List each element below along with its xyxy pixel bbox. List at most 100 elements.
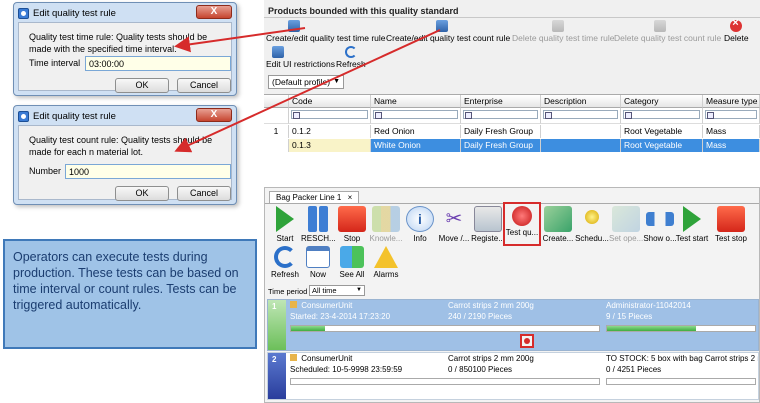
time-period-label: Time period <box>268 287 308 296</box>
delete-time-rule-button[interactable]: Delete quality test time rule <box>512 20 615 43</box>
order-product: Carrot strips 2 mm 200g <box>448 301 534 310</box>
info-icon: i <box>406 206 434 232</box>
ribbon-icon <box>512 206 532 226</box>
cancel-button[interactable]: Cancel <box>177 78 231 93</box>
show-operations-button[interactable]: Show o... <box>643 206 677 243</box>
order-progress <box>290 325 600 332</box>
ok-button[interactable]: OK <box>115 186 169 201</box>
delete-count-rule-button[interactable]: Delete quality test count rule <box>614 20 721 43</box>
hierarchy-icon <box>646 212 674 226</box>
number-label: Number <box>29 166 62 176</box>
column-header-description[interactable]: Description <box>541 95 621 108</box>
time-rule-dialog: Edit quality test rule X Quality test ti… <box>13 2 237 96</box>
table-row[interactable]: 1 0.1.2 Red Onion Daily Fresh Group Root… <box>264 125 760 138</box>
filter-code[interactable] <box>289 108 371 124</box>
test-stop-button[interactable]: Test stop <box>711 206 751 243</box>
cubes-icon <box>340 246 364 268</box>
column-header-code[interactable]: Code <box>289 95 371 108</box>
create-button[interactable]: Create... <box>541 206 575 243</box>
close-button[interactable]: X <box>196 108 232 122</box>
books-icon <box>372 206 400 232</box>
info-button[interactable]: i Info <box>403 206 437 243</box>
register-button[interactable]: Registe... <box>471 206 505 243</box>
set-operation-icon <box>612 206 640 232</box>
calculator-icon <box>474 206 502 232</box>
order-row[interactable]: 2 ConsumerUnit Scheduled: 10-5-9998 23:5… <box>267 352 759 400</box>
app-icon <box>18 110 29 122</box>
profile-dropdown[interactable]: (Default profile) ▼ <box>268 75 344 89</box>
cancel-button[interactable]: Cancel <box>177 186 231 201</box>
filter-measure-type[interactable] <box>703 108 760 124</box>
database-icon <box>288 20 300 32</box>
table-row-selected[interactable]: 0.1.3 White Onion Daily Fresh Group Root… <box>264 139 760 152</box>
stop-icon <box>717 206 745 232</box>
order-index-strip <box>268 300 286 350</box>
order-progress <box>290 378 600 385</box>
order-right-title: TO STOCK: 5 box with bag Carrot strips 2… <box>606 354 758 363</box>
order-right-progress <box>606 378 756 385</box>
products-grid: Code Name Enterprise Description Categor… <box>264 94 760 152</box>
row-number-header <box>264 95 289 108</box>
close-button[interactable]: X <box>196 5 232 19</box>
rule-description: Quality test time rule: Quality tests sh… <box>29 32 208 54</box>
pause-icon <box>304 206 332 232</box>
warning-icon <box>374 246 398 268</box>
time-interval-label: Time interval <box>29 58 81 68</box>
move-button[interactable]: ✂ Move /... <box>437 206 471 243</box>
filter-enterprise[interactable] <box>461 108 541 124</box>
order-unit: ConsumerUnit <box>290 301 352 310</box>
order-right-pieces: 0 / 4251 Pieces <box>606 365 662 374</box>
calendar-icon <box>306 246 330 268</box>
line-panel: Bag Packer Line 1 × Start RESCH... Stop … <box>264 187 760 403</box>
refresh-button[interactable]: Refresh <box>268 246 302 279</box>
reschedule-button[interactable]: RESCH... <box>301 206 335 243</box>
column-header-name[interactable]: Name <box>371 95 461 108</box>
number-input[interactable]: 1000 <box>65 164 231 179</box>
order-row-active[interactable]: 1 ConsumerUnit Started: 23-4-2014 17:23:… <box>267 299 759 351</box>
filter-row <box>264 108 760 124</box>
set-operation-button[interactable]: Set ope... <box>609 206 643 243</box>
create-time-rule-button[interactable]: Create/edit quality test time rule <box>266 20 386 43</box>
create-icon <box>544 206 572 232</box>
order-right-pieces: 9 / 15 Pieces <box>606 312 653 321</box>
test-quality-button[interactable]: Test qu... <box>503 202 541 246</box>
column-header-category[interactable]: Category <box>621 95 703 108</box>
tab-bag-packer-line[interactable]: Bag Packer Line 1 × <box>269 191 360 203</box>
time-interval-input[interactable]: 03:00:00 <box>85 56 231 71</box>
order-unit: ConsumerUnit <box>290 354 352 363</box>
column-header-measure-type[interactable]: Measure type <box>703 95 760 108</box>
info-callout: Operators can execute tests during produ… <box>3 239 257 349</box>
panel-header: Products bounded with this quality stand… <box>268 6 459 16</box>
dialog-title: Edit quality test rule <box>33 7 116 19</box>
time-period-dropdown[interactable]: All time ▼ <box>309 285 365 296</box>
see-all-button[interactable]: See All <box>335 246 369 279</box>
order-index: 2 <box>272 355 277 364</box>
create-count-rule-button[interactable]: Create/edit quality test count rule <box>386 20 510 43</box>
stop-button[interactable]: Stop <box>335 206 369 243</box>
close-icon[interactable]: × <box>348 193 353 202</box>
edit-ui-restrictions-button[interactable]: Edit UI restrictions <box>266 46 335 69</box>
chevron-down-icon: ▼ <box>356 287 362 293</box>
ok-button[interactable]: OK <box>115 78 169 93</box>
order-pieces: 0 / 850100 Pieces <box>448 365 513 374</box>
rule-description: Quality test count rule: Quality tests s… <box>29 135 213 157</box>
filter-category[interactable] <box>621 108 703 124</box>
database-icon <box>654 20 666 32</box>
filter-description[interactable] <box>541 108 621 124</box>
play-icon <box>276 206 294 232</box>
test-indicator[interactable] <box>520 334 534 348</box>
database-icon <box>436 20 448 32</box>
refresh-button[interactable]: Refresh <box>336 46 366 69</box>
start-button[interactable]: Start <box>268 206 302 243</box>
alarms-button[interactable]: Alarms <box>369 246 403 279</box>
order-right-title: Administrator-11042014 <box>606 301 691 310</box>
knowledge-button[interactable]: Knowle... <box>369 206 403 243</box>
filter-name[interactable] <box>371 108 461 124</box>
test-start-button[interactable]: Test start <box>675 206 709 243</box>
schedule-button[interactable]: Schedu... <box>575 206 609 243</box>
delete-button[interactable]: Delete <box>724 17 749 43</box>
pin-icon <box>585 210 599 224</box>
order-right-progress-fill <box>607 326 696 331</box>
now-button[interactable]: Now <box>301 246 335 279</box>
column-header-enterprise[interactable]: Enterprise <box>461 95 541 108</box>
